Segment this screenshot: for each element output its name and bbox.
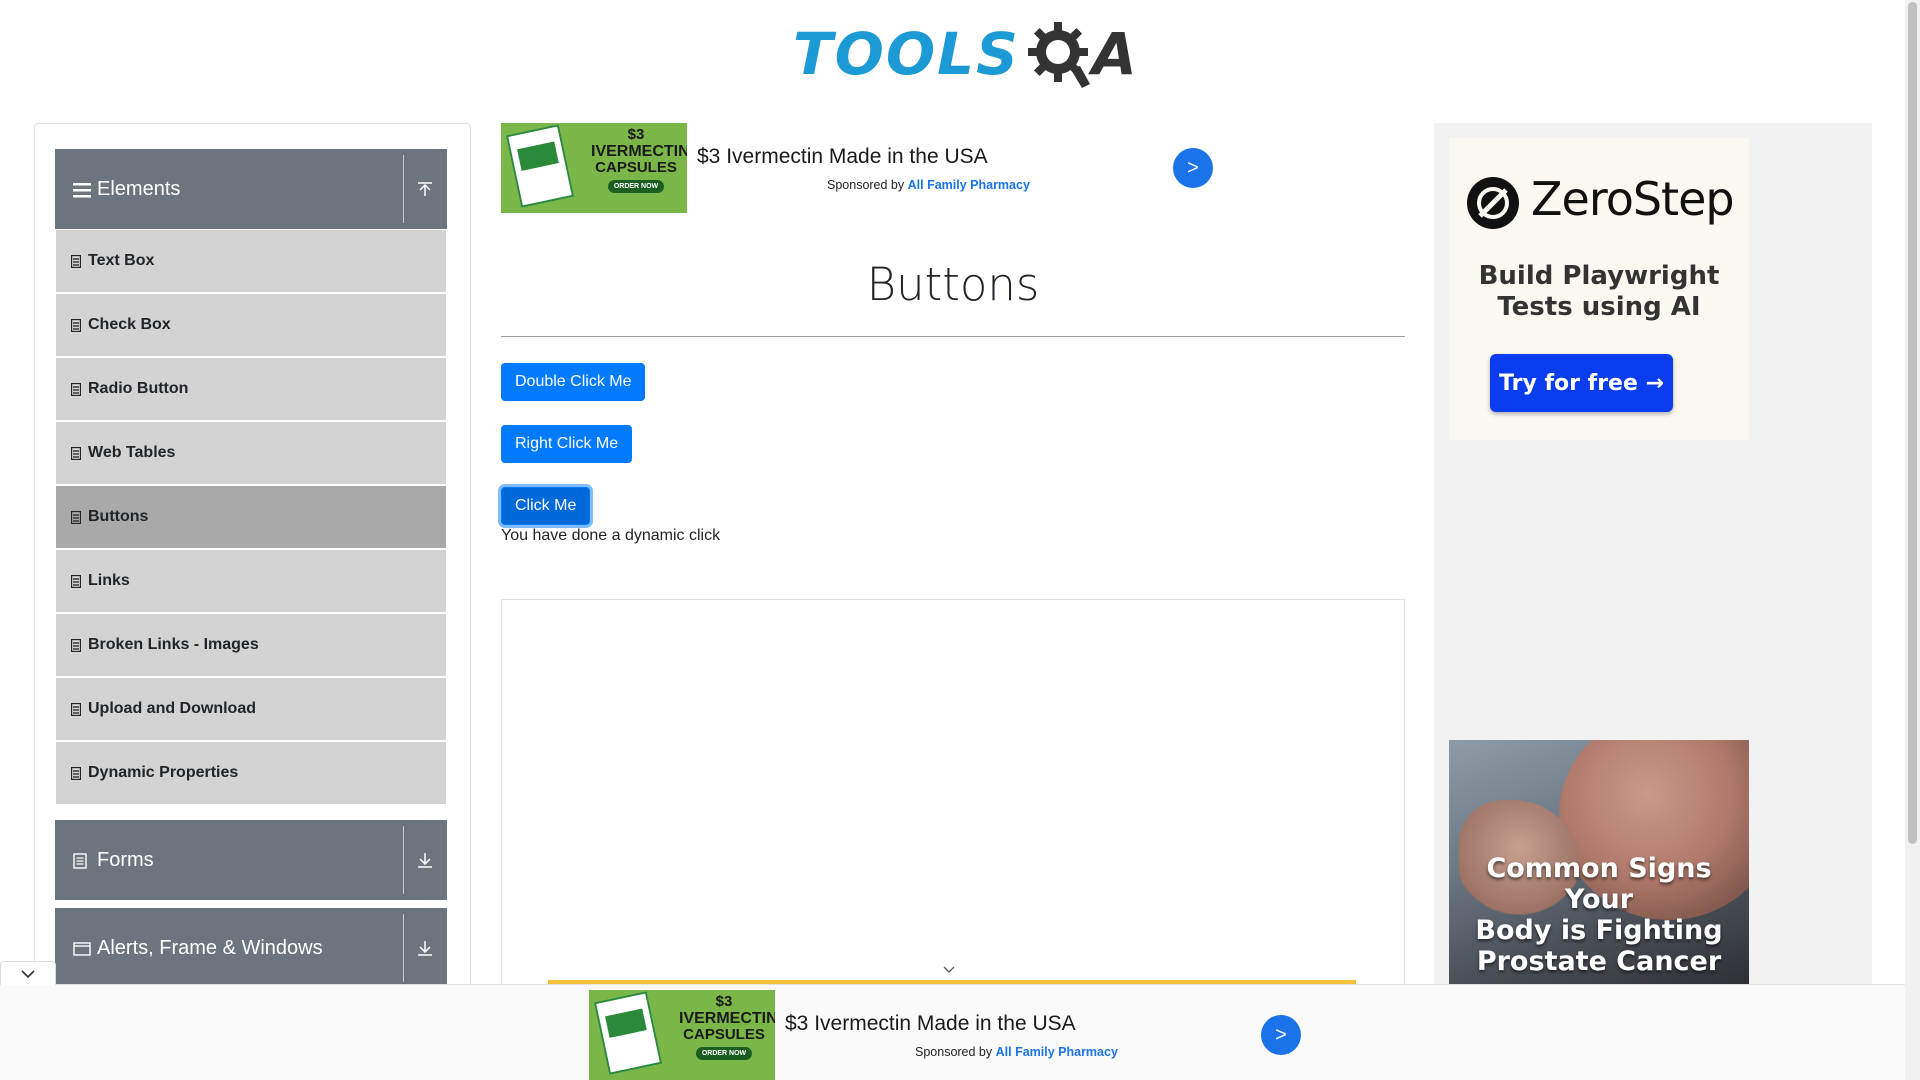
sidebar-item-label: Web Tables (88, 444, 176, 461)
ad-product-image[interactable]: $3 IVERMECTIN CAPSULES ORDER NOW (501, 123, 687, 213)
prostate-line-2: Body is Fighting (1475, 915, 1723, 946)
group-label-forms: Forms (97, 848, 154, 871)
sidebar-item-label: Upload and Download (88, 700, 256, 717)
top-ad-banner[interactable]: $3 IVERMECTIN CAPSULES ORDER NOW $3 Iver… (501, 123, 1217, 213)
window-icon (73, 940, 91, 956)
bottom-ad-collapse-button[interactable] (0, 961, 56, 985)
ad-img-price: $3 (627, 126, 645, 143)
collapse-up-icon[interactable] (413, 149, 437, 229)
click-me-button[interactable]: Click Me (501, 487, 591, 525)
group-divider (403, 914, 404, 982)
prostate-ad-caption: Common Signs Your Body is Fighting Prost… (1449, 853, 1749, 977)
group-label-elements: Elements (97, 177, 181, 200)
bottom-ad-banner[interactable]: $3 IVERMECTIN CAPSULES ORDER NOW $3 Iver… (589, 990, 1305, 1080)
ad-img-line1: IVERMECTIN (591, 143, 687, 160)
sidebar-item-buttons[interactable]: Buttons (56, 486, 446, 548)
ad-title[interactable]: $3 Ivermectin Made in the USA (697, 145, 988, 169)
ad-next-button[interactable]: > (1261, 1015, 1301, 1055)
right-click-button[interactable]: Right Click Me (501, 425, 633, 463)
group-divider (403, 155, 404, 223)
ad-title[interactable]: $3 Ivermectin Made in the USA (785, 1012, 1076, 1036)
zerostep-tagline-1: Build Playwright (1478, 261, 1720, 291)
prostate-line-3: Prostate Cancer (1476, 946, 1722, 977)
logo-text-tools: TOOLS (793, 20, 1020, 88)
ad-sponsor-line: Sponsored by All Family Pharmacy (827, 178, 1030, 192)
group-label-alerts: Alerts, Frame & Windows (97, 936, 323, 959)
sidebar-item-label: Check Box (88, 316, 171, 333)
ad-product-image[interactable]: $3 IVERMECTIN CAPSULES ORDER NOW (589, 990, 775, 1080)
group-header-alerts[interactable]: Alerts, Frame & Windows (55, 908, 447, 988)
ad-img-line1: IVERMECTIN (679, 1010, 775, 1027)
ad-sponsored-prefix: Sponsored by (827, 178, 905, 192)
group-header-elements[interactable]: Elements (55, 149, 447, 229)
scrollbar-thumb[interactable] (1908, 2, 1917, 844)
page-title: Buttons (866, 258, 1040, 311)
gear-q-icon (1024, 18, 1096, 90)
pill-bottle-image (593, 991, 663, 1075)
zerostep-tagline-2: Tests using AI (1497, 292, 1701, 322)
group-header-forms[interactable]: Forms (55, 820, 447, 900)
sidebar-item-upload-download[interactable]: Upload and Download (56, 678, 446, 740)
list-icon (70, 382, 82, 396)
ad-img-line2: CAPSULES (595, 159, 677, 176)
toolsqa-logo[interactable]: TOOLS A (793, 14, 1137, 94)
double-click-button[interactable]: Double Click Me (501, 363, 646, 401)
sidebar-item-links[interactable]: Links (56, 550, 446, 612)
sidebar-item-broken-links[interactable]: Broken Links - Images (56, 614, 446, 676)
sidebar-item-web-tables[interactable]: Web Tables (56, 422, 446, 484)
sidebar-item-text-box[interactable]: Text Box (56, 230, 446, 292)
chevron-down-icon (21, 969, 35, 978)
sidebar-item-label: Broken Links - Images (88, 636, 259, 653)
list-icon (70, 702, 82, 716)
dynamic-click-message: You have done a dynamic click (501, 527, 721, 544)
content-ad-frame (501, 599, 1405, 1009)
sidebar-item-radio-button[interactable]: Radio Button (56, 358, 446, 420)
zerostep-ad[interactable]: ZeroStep Build Playwright Tests using AI… (1449, 138, 1749, 440)
sidebar-item-check-box[interactable]: Check Box (56, 294, 446, 356)
ad-sponsor-link[interactable]: All Family Pharmacy (996, 1045, 1118, 1059)
expand-down-icon[interactable] (413, 908, 437, 988)
ad-sponsored-prefix: Sponsored by (915, 1045, 993, 1059)
list-icon (70, 446, 82, 460)
menu-icon (73, 181, 91, 198)
expand-down-icon[interactable] (413, 820, 437, 900)
ad-sponsor-line: Sponsored by All Family Pharmacy (915, 1045, 1118, 1059)
sidebar-item-dynamic-properties[interactable]: Dynamic Properties (56, 742, 446, 804)
list-icon (70, 254, 82, 268)
zerostep-try-button[interactable]: Try for free → (1490, 354, 1673, 412)
prostate-ad[interactable]: Common Signs Your Body is Fighting Prost… (1449, 740, 1749, 985)
chevron-down-icon[interactable] (942, 963, 956, 977)
logo-text-a: A (1091, 20, 1137, 88)
group-divider (403, 826, 404, 894)
pill-bottle-image (505, 124, 575, 208)
ad-img-order: ORDER NOW (695, 1047, 753, 1060)
list-icon (70, 318, 82, 332)
sidebar-item-label: Dynamic Properties (88, 764, 239, 781)
list-icon (70, 510, 82, 524)
list-icon (70, 574, 82, 588)
zerostep-tagline: Build Playwright Tests using AI (1449, 261, 1749, 323)
prostate-line-1: Common Signs Your (1486, 853, 1712, 915)
title-divider (501, 336, 1405, 337)
sidebar-item-label: Text Box (88, 252, 155, 269)
sidebar-item-label: Links (88, 572, 130, 589)
list-icon (70, 638, 82, 652)
ad-img-line2: CAPSULES (683, 1026, 765, 1043)
sidebar-item-label: Buttons (88, 508, 149, 525)
list-icon (70, 766, 82, 780)
document-icon (73, 852, 91, 869)
ad-next-button[interactable]: > (1173, 148, 1213, 188)
ad-sponsor-link[interactable]: All Family Pharmacy (908, 178, 1030, 192)
ad-img-price: $3 (715, 993, 733, 1010)
ad-img-order: ORDER NOW (607, 180, 665, 193)
sidebar-item-label: Radio Button (88, 380, 189, 397)
zerostep-logo-icon (1466, 176, 1520, 230)
zerostep-name: ZeroStep (1531, 172, 1735, 226)
